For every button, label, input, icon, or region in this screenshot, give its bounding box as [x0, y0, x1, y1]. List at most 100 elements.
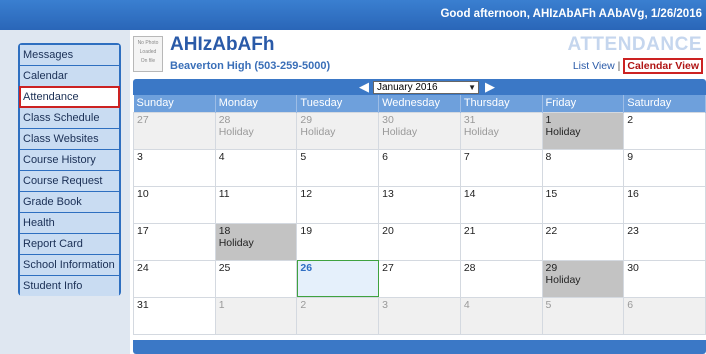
day-number: 5 — [300, 150, 307, 163]
day-number: 1 — [218, 298, 225, 311]
sidebar-item-student-info[interactable]: Student Info — [20, 276, 119, 296]
month-select-value: January 2016 — [377, 82, 438, 93]
calendar-day-cell[interactable]: 30 — [623, 259, 706, 298]
calendar-day-cell[interactable]: 9 — [623, 148, 706, 187]
calendar-day-cell[interactable]: 8 — [541, 148, 625, 187]
month-select[interactable]: January 2016 ▼ — [373, 81, 479, 94]
calendar-day-cell[interactable]: 17 — [133, 222, 216, 261]
calendar-day-cell[interactable]: 6 — [378, 148, 461, 187]
calendar-week-row: 31 1 2 3 4 5 6 — [133, 296, 706, 335]
calendar-day-cell[interactable]: 1 Holiday — [541, 111, 625, 150]
calendar-week-row: 3 4 5 6 7 8 9 — [133, 148, 706, 187]
calendar-day-cell[interactable]: 27 — [378, 259, 461, 298]
calendar-day-cell[interactable]: 26 — [296, 259, 380, 298]
day-number: 21 — [463, 224, 476, 237]
greeting-text: Good afternoon, AHIzAbAFh AAbAVg, 1/26/2… — [440, 8, 702, 20]
day-number: 13 — [382, 187, 394, 200]
calendar-day-cell[interactable]: 25 — [214, 259, 298, 298]
calendar-footer-bar — [133, 340, 706, 354]
holiday-label: Holiday — [382, 125, 418, 138]
calendar-day-cell[interactable]: 21 — [459, 222, 543, 261]
sidebar-item-course-request[interactable]: Course Request — [20, 171, 119, 191]
calendar-day-cell[interactable]: 28 Holiday — [214, 111, 298, 150]
calendar-day-cell[interactable]: 15 — [541, 185, 625, 224]
sidebar-nav: Messages Calendar Attendance Class Sched… — [18, 43, 121, 296]
calendar-day-cell[interactable]: 31 Holiday — [459, 111, 543, 150]
calendar-day-cell[interactable]: 4 — [214, 148, 298, 187]
sidebar-item-attendance[interactable]: Attendance — [19, 86, 120, 108]
calendar-day-cell[interactable]: 14 — [459, 185, 543, 224]
calendar-body: 27 28 Holiday 29 Holiday 30 Holiday 31 Holiday 1 H… — [133, 111, 706, 335]
calendar-day-cell[interactable]: 2 — [623, 111, 706, 150]
day-number: 15 — [545, 187, 558, 200]
day-number: 11 — [218, 187, 230, 200]
calendar-day-cell[interactable]: 20 — [378, 222, 461, 261]
day-number: 30 — [627, 261, 639, 274]
sidebar-item-calendar[interactable]: Calendar — [20, 66, 119, 86]
calendar-week-row: 17 18 Holiday 19 20 21 22 23 — [133, 222, 706, 261]
school-name: Beaverton High (503-259-5000) — [170, 60, 331, 72]
calendar-day-cell[interactable]: 10 — [133, 185, 216, 224]
day-number: 5 — [545, 298, 552, 311]
sidebar-item-grade-book[interactable]: Grade Book — [20, 192, 119, 212]
page-title: ATTENDANCE — [567, 34, 702, 55]
calendar-week-row: 10 11 12 13 14 15 16 — [133, 185, 706, 224]
holiday-label: Holiday — [300, 125, 336, 138]
day-number: 4 — [218, 150, 225, 163]
calendar-day-cell[interactable]: 3 — [378, 296, 461, 335]
calendar-day-cell[interactable]: 16 — [623, 185, 706, 224]
holiday-label: Holiday — [463, 125, 499, 138]
calendar-day-cell[interactable]: 5 — [296, 148, 380, 187]
calendar-header: ◀ January 2016 ▼ ▶ — [133, 79, 706, 95]
calendar-day-cell[interactable]: 1 — [214, 296, 298, 335]
app-window: Good afternoon, AHIzAbAFh AAbAVg, 1/26/2… — [0, 0, 706, 354]
calendar-day-cell[interactable]: 5 — [541, 296, 625, 335]
calendar-day-cell[interactable]: 4 — [459, 296, 543, 335]
calendar-day-cell[interactable]: 3 — [133, 148, 216, 187]
day-number: 6 — [627, 298, 634, 311]
weekday-friday: Friday — [542, 95, 625, 112]
calendar-day-cell[interactable]: 11 — [214, 185, 298, 224]
calendar-day-cell[interactable]: 13 — [378, 185, 461, 224]
calendar-day-cell[interactable]: 12 — [296, 185, 380, 224]
previous-month-arrow-icon[interactable]: ◀ — [358, 80, 370, 93]
day-number: 22 — [545, 224, 558, 237]
calendar-day-cell[interactable]: 31 — [133, 296, 216, 335]
list-view-link[interactable]: List View — [573, 60, 615, 72]
calendar-day-cell[interactable]: 24 — [133, 259, 216, 298]
calendar-view-link[interactable]: Calendar View — [623, 58, 703, 74]
sidebar-item-class-schedule[interactable]: Class Schedule — [20, 108, 119, 128]
day-number: 10 — [137, 187, 149, 200]
day-number: 2 — [627, 113, 634, 126]
day-number: 29 — [300, 113, 313, 126]
sidebar-item-course-history[interactable]: Course History — [20, 150, 119, 170]
calendar-day-cell[interactable]: 29 Holiday — [296, 111, 380, 150]
sidebar-item-messages[interactable]: Messages — [20, 45, 119, 65]
calendar-day-cell[interactable]: 29 Holiday — [541, 259, 625, 298]
day-number: 19 — [300, 224, 313, 237]
calendar-day-cell[interactable]: 27 — [133, 111, 216, 150]
day-number: 3 — [137, 150, 143, 163]
calendar-day-cell[interactable]: 2 — [296, 296, 380, 335]
calendar-day-cell[interactable]: 19 — [296, 222, 380, 261]
calendar-day-cell[interactable]: 6 — [623, 296, 706, 335]
calendar-day-cell[interactable]: 30 Holiday — [378, 111, 461, 150]
calendar-week-row: 27 28 Holiday 29 Holiday 30 Holiday 31 Holiday 1 H… — [133, 111, 706, 150]
holiday-label: Holiday — [545, 125, 581, 138]
calendar-day-cell[interactable]: 7 — [459, 148, 543, 187]
sidebar-item-class-websites[interactable]: Class Websites — [20, 129, 119, 149]
top-bar: Good afternoon, AHIzAbAFh AAbAVg, 1/26/2… — [0, 0, 706, 30]
calendar-day-cell[interactable]: 28 — [459, 259, 543, 298]
day-number: 16 — [627, 187, 639, 200]
day-number: 28 — [463, 261, 476, 274]
calendar-day-cell[interactable]: 23 — [623, 222, 706, 261]
sidebar-item-report-card[interactable]: Report Card — [20, 234, 119, 254]
calendar-day-cell[interactable]: 18 Holiday — [214, 222, 298, 261]
calendar-day-cell[interactable]: 22 — [541, 222, 625, 261]
day-number: 20 — [382, 224, 394, 237]
calendar-week-row: 24 25 26 27 28 29 Holiday 30 — [133, 259, 706, 298]
sidebar-item-health[interactable]: Health — [20, 213, 119, 233]
weekday-monday: Monday — [215, 95, 298, 112]
sidebar-item-school-information[interactable]: School Information — [20, 255, 119, 275]
next-month-arrow-icon[interactable]: ▶ — [484, 80, 496, 93]
